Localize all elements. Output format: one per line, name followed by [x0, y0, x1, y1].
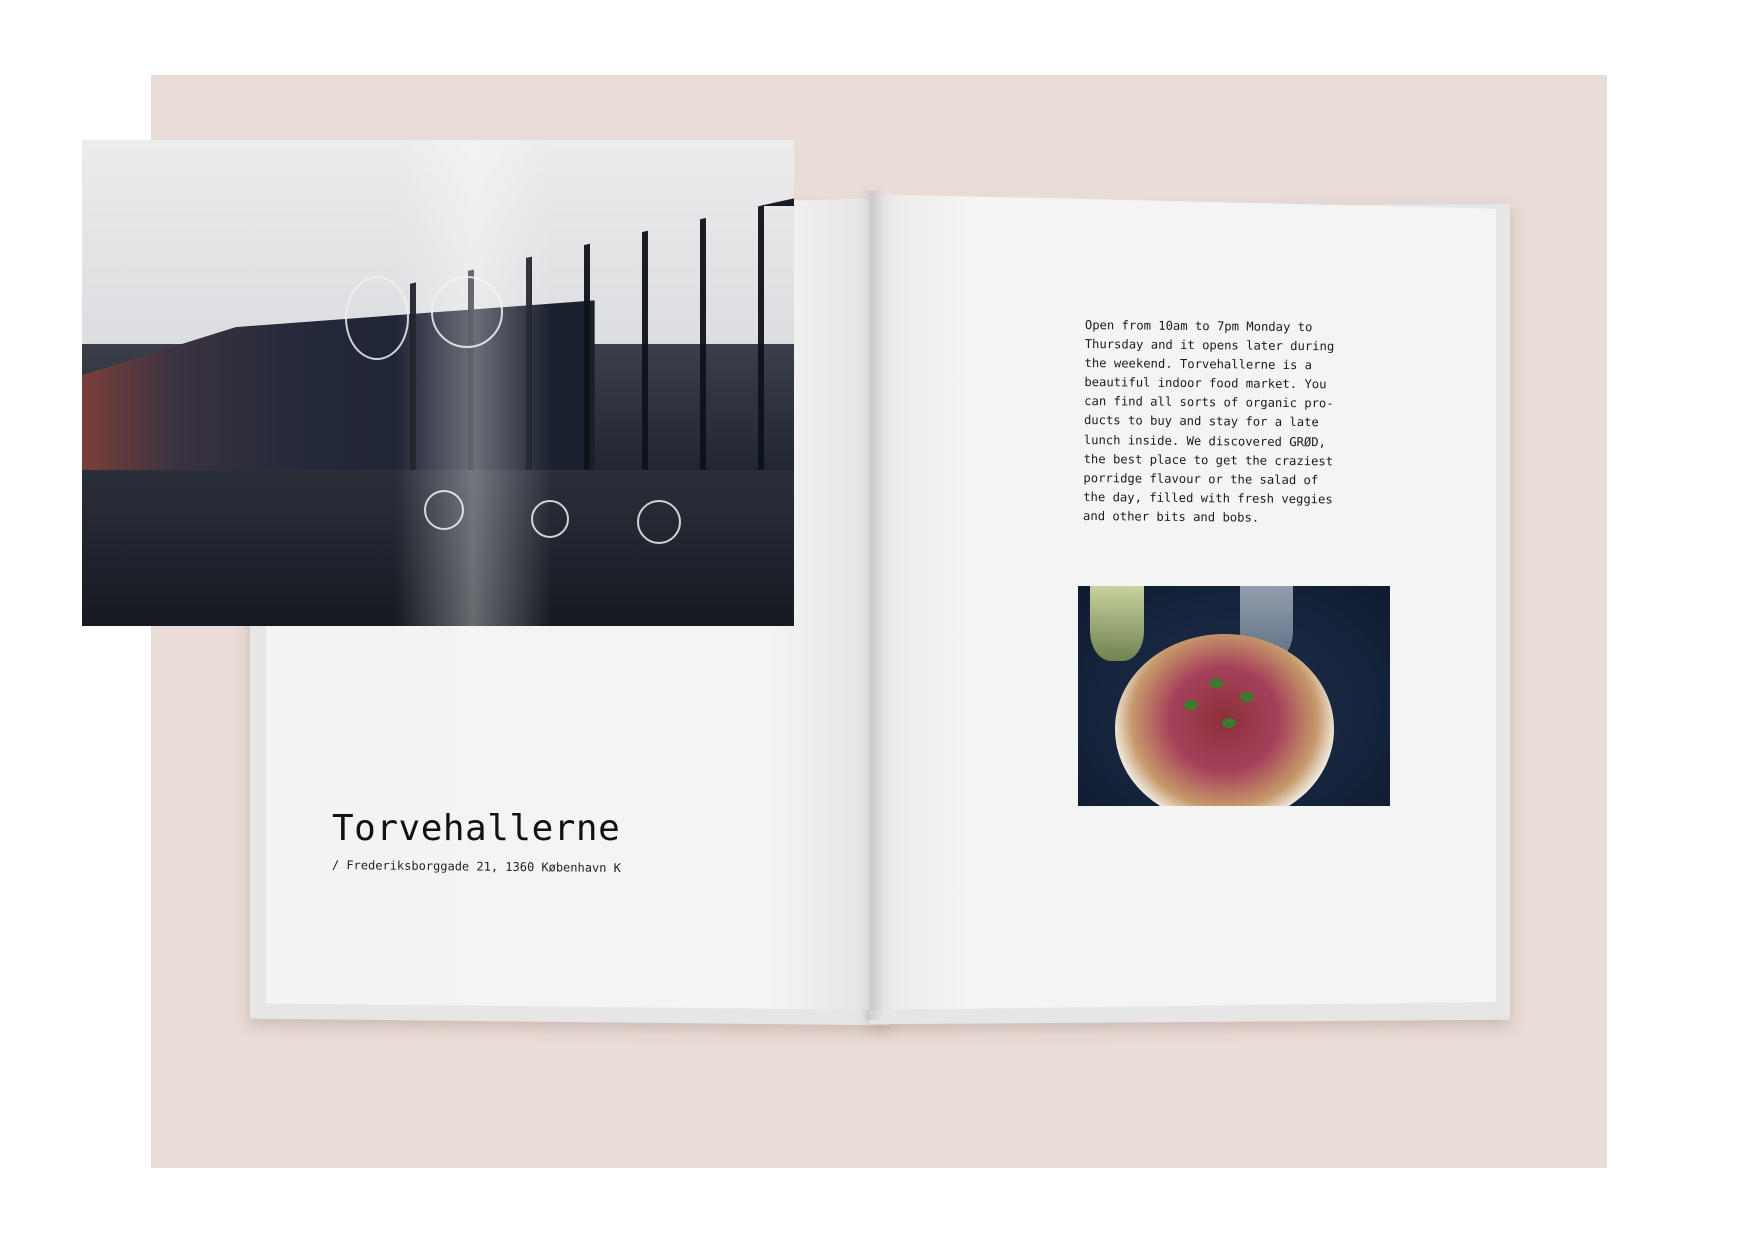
body-line: the weekend. Torvehallerne is a [1084, 356, 1313, 373]
body-line: porridge flavour or the salad of [1083, 470, 1319, 487]
photo-window-graphic [637, 499, 682, 544]
body-line: the day, filled with fresh veggies [1083, 489, 1333, 507]
article-body: Open from 10am to 7pm Monday to Thursday… [1083, 316, 1343, 528]
body-line: beautiful indoor food market. You [1084, 375, 1327, 392]
body-line: the best place to get the craziest [1083, 451, 1334, 469]
body-line: can find all sorts of organic pro- [1084, 394, 1334, 411]
body-line: Thursday and it opens later during [1084, 337, 1335, 354]
page-glare [395, 140, 552, 626]
article-title: Torvehallerne [332, 808, 621, 849]
market-hall-photo [82, 140, 794, 626]
body-line: and other bits and bobs. [1083, 508, 1260, 525]
body-line: lunch inside. We discovered GRØD, [1083, 432, 1327, 449]
body-line: Open from 10am to 7pm Monday to [1084, 317, 1313, 335]
photo-leaf [1240, 691, 1255, 702]
body-line: ducts to buy and stay for a late [1083, 413, 1319, 430]
salad-bowl-photo [1078, 586, 1390, 806]
photo-leaf [1221, 718, 1236, 728]
photo-glass [1090, 586, 1144, 661]
